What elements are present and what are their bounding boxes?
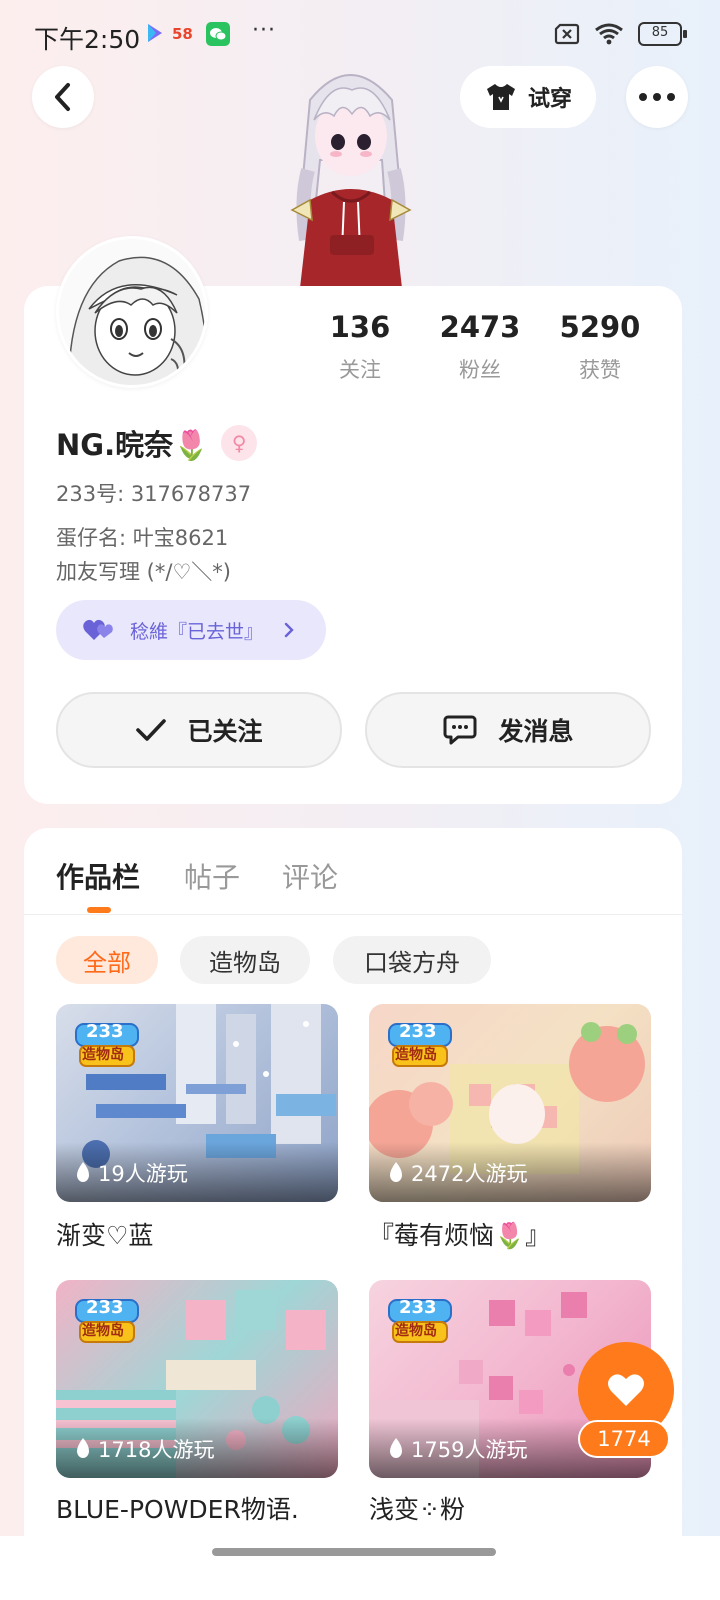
user-name: NG.晥奈🌷 [56, 428, 210, 462]
work-title-3[interactable]: BLUE-POWDER物语. [56, 1490, 299, 1526]
badge-233-text: 233 [399, 1021, 437, 1042]
wechat-icon [206, 22, 230, 46]
tab-divider [24, 914, 682, 915]
tab-posts[interactable]: 帖子 [184, 856, 240, 896]
work-title-2[interactable]: 『莓有烦恼🌷』 [369, 1216, 550, 1252]
play-count-text: 19人游玩 [98, 1162, 188, 1186]
stat-likes[interactable]: 5290 获赞 [540, 310, 660, 384]
badge-island-text: 造物岛 [395, 1047, 437, 1063]
status-time: 下午2:50 [34, 25, 141, 54]
cp-relation-pill[interactable]: 稔維『已去世』 [56, 600, 326, 660]
try-on-label: 试穿 [527, 87, 572, 112]
filter-pocket-ark[interactable]: 口袋方舟 [333, 936, 491, 984]
filter-all[interactable]: 全部 [56, 936, 158, 984]
more-dots-icon [639, 93, 675, 101]
play-count: 1718人游玩 [74, 1434, 214, 1464]
tab-works[interactable]: 作品栏 [56, 856, 140, 896]
badge-233-text: 233 [399, 1297, 437, 1318]
more-options-button[interactable] [626, 66, 688, 128]
work-title-4[interactable]: 浅变⁘粉 [369, 1490, 465, 1526]
filter-creation-island[interactable]: 造物岛 [180, 936, 310, 984]
chat-bubble-icon [443, 715, 477, 745]
chevron-right-icon [284, 622, 294, 638]
play-count: 19人游玩 [74, 1158, 188, 1188]
flame-icon [77, 1162, 89, 1182]
home-indicator[interactable] [212, 1548, 496, 1556]
badge-island-text: 造物岛 [82, 1047, 124, 1063]
like-count: 1774 [578, 1420, 670, 1458]
flame-icon [390, 1438, 402, 1458]
flame-icon [390, 1162, 402, 1182]
stat-label: 获赞 [579, 358, 621, 382]
stats-row: 136 关注 2473 粉丝 5290 获赞 [300, 310, 660, 384]
stat-label: 关注 [339, 358, 381, 382]
play-count-text: 1718人游玩 [98, 1438, 215, 1462]
user-id: 233号: 317678737 [56, 482, 252, 506]
badge-island-text: 造物岛 [82, 1323, 124, 1339]
badge-island-text: 造物岛 [395, 1323, 437, 1339]
send-message-label: 发消息 [498, 717, 574, 746]
stat-value: 2473 [439, 310, 521, 344]
stat-value: 5290 [559, 310, 641, 344]
play-store-icon [144, 22, 168, 46]
badge-233-text: 233 [86, 1297, 124, 1318]
play-count-text: 2472人游玩 [411, 1162, 528, 1186]
send-message-button[interactable]: 发消息 [365, 692, 651, 768]
name-row: NG.晥奈🌷 ♀ [56, 422, 258, 464]
bottom-bar [0, 1536, 720, 1600]
play-count: 1759人游玩 [387, 1434, 527, 1464]
work-title-1[interactable]: 渐变♡蓝 [56, 1216, 153, 1252]
work-card-1[interactable]: 233 造物岛 19人游玩 [56, 1004, 338, 1202]
tab-active-indicator [87, 907, 111, 913]
battery-indicator: 85 [638, 22, 687, 46]
eggy-nickname: 蛋仔名: 叶宝8621 [56, 526, 229, 550]
tab-comments[interactable]: 评论 [282, 856, 338, 896]
stat-followers[interactable]: 2473 粉丝 [420, 310, 540, 384]
avatar[interactable] [56, 236, 208, 388]
stat-following[interactable]: 136 关注 [300, 310, 420, 384]
checkmark-icon [136, 719, 167, 741]
sim-x-icon [554, 23, 580, 45]
cp-label: 稔維『已去世』 [130, 620, 264, 643]
wifi-icon [595, 23, 623, 45]
avatar-character[interactable] [270, 50, 430, 290]
58-app-icon: 58 [172, 25, 193, 43]
heart-icon [608, 1374, 644, 1406]
stat-value: 136 [329, 310, 391, 344]
followed-button[interactable]: 已关注 [56, 692, 342, 768]
try-on-button[interactable]: 试穿 [460, 66, 596, 128]
tshirt-icon [486, 84, 515, 110]
followed-label: 已关注 [187, 717, 263, 746]
female-gender-icon: ♀ [221, 425, 258, 461]
double-heart-icon [83, 619, 113, 640]
badge-233-text: 233 [86, 1021, 124, 1042]
flame-icon [77, 1438, 89, 1458]
play-count-text: 1759人游玩 [411, 1438, 528, 1462]
user-bio: 加友写理 (*/♡＼*) [56, 560, 231, 584]
chevron-left-icon [55, 83, 70, 111]
status-right: 85 [554, 22, 687, 46]
work-card-2[interactable]: 233 造物岛 2472人游玩 [369, 1004, 651, 1202]
play-count: 2472人游玩 [387, 1158, 527, 1188]
back-button[interactable] [32, 66, 94, 128]
stat-label: 粉丝 [459, 358, 501, 382]
work-card-3[interactable]: 233 造物岛 1718人游玩 [56, 1280, 338, 1478]
status-overflow: ··· [252, 18, 276, 43]
